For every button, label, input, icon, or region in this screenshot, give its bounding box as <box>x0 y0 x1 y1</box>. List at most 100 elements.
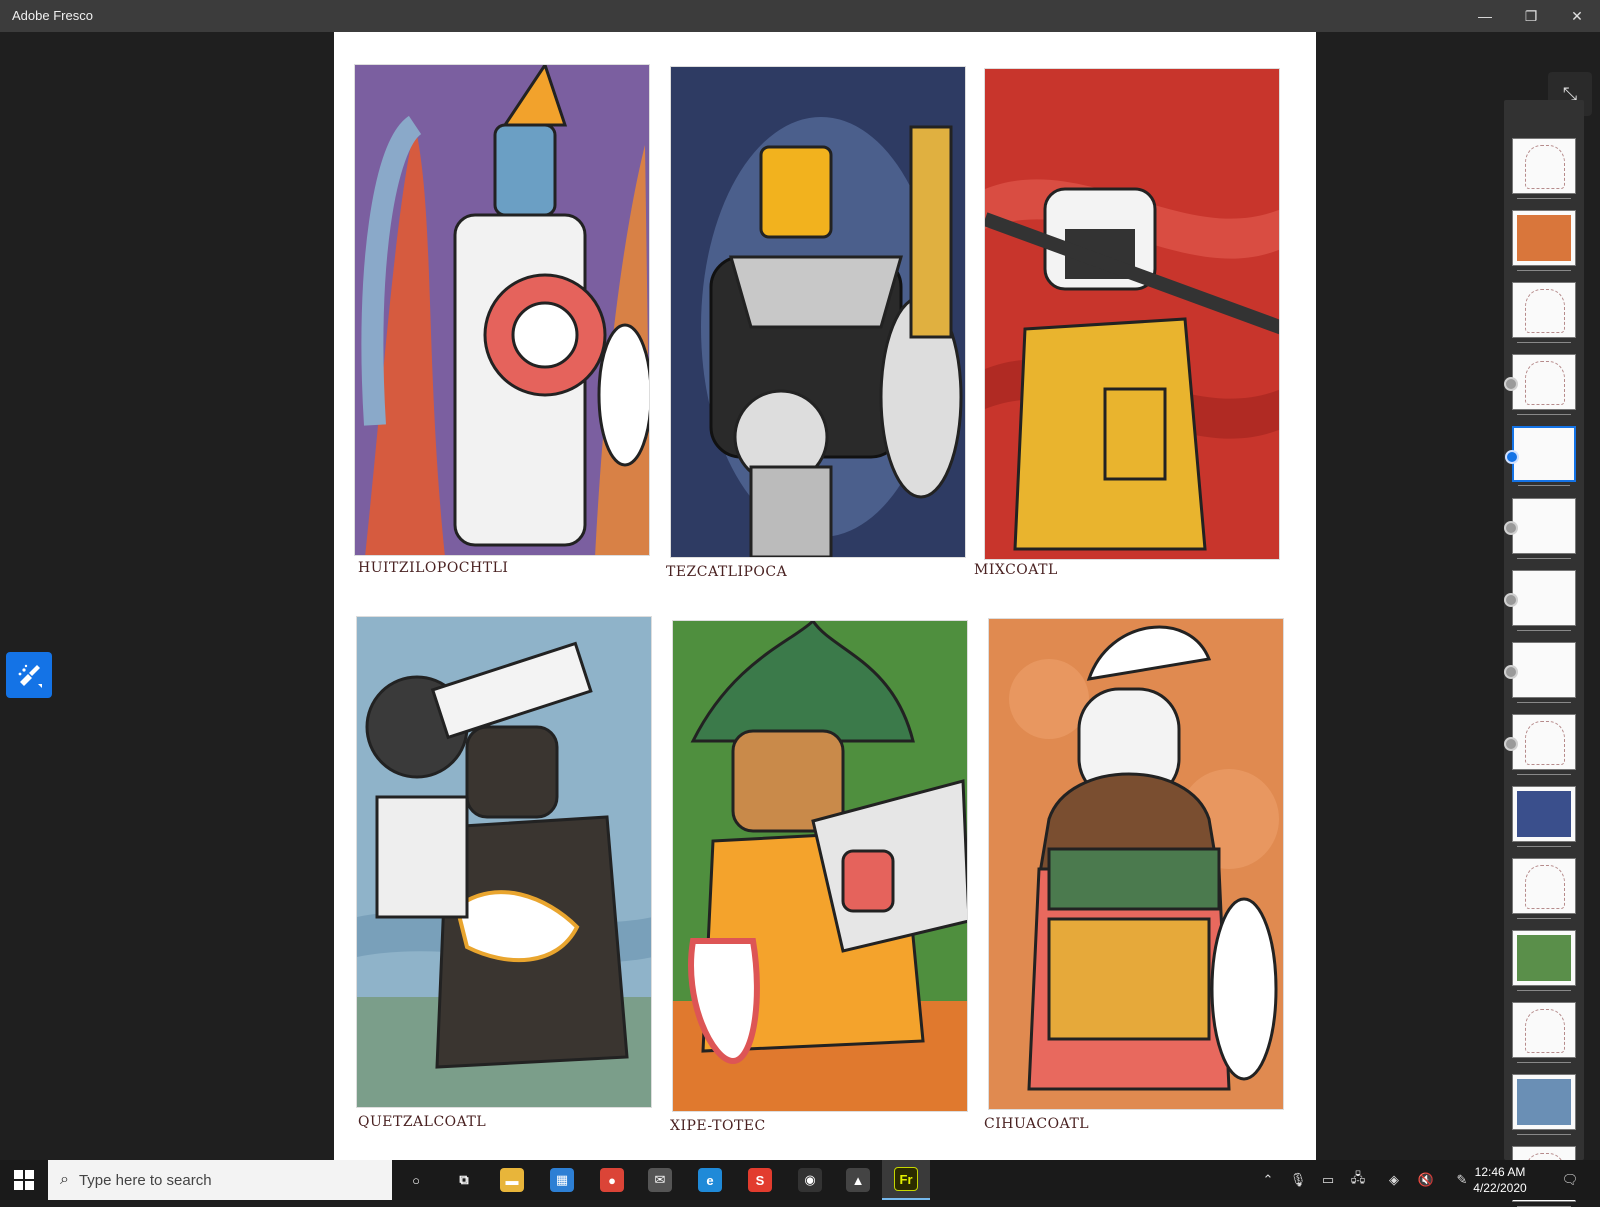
layer-stack-lines <box>1517 772 1571 775</box>
microsoft-store-icon: ▦ <box>550 1168 574 1192</box>
taskbar-clock[interactable]: 12:46 AM 4/22/2020 <box>1462 1164 1538 1196</box>
minimize-button[interactable]: — <box>1462 0 1508 32</box>
layer-thumbnail[interactable] <box>1504 498 1576 559</box>
sketchbook-icon: S <box>748 1168 772 1192</box>
windows-logo-icon <box>14 1170 34 1190</box>
edge-icon: e <box>698 1168 722 1192</box>
layer-stack-lines <box>1517 1132 1571 1135</box>
layer-stack-lines <box>1517 700 1571 703</box>
layer-stack-lines <box>1517 412 1571 415</box>
layer-thumbnail[interactable] <box>1512 210 1576 271</box>
restore-icon: ❐ <box>1524 7 1538 24</box>
drawing-canvas[interactable]: HUITZILOPOCHTLI TEZCATLIPOCA MIXCOATL QU… <box>334 32 1316 1160</box>
layer-selection-radio[interactable] <box>1504 377 1518 391</box>
action-center-button[interactable]: 🗨 <box>1554 1160 1586 1200</box>
volume-muted-icon[interactable]: 🔇 <box>1410 1160 1442 1200</box>
layer-stack-lines <box>1517 340 1571 343</box>
start-button[interactable] <box>0 1160 48 1200</box>
taskbar-chrome-button[interactable]: ● <box>588 1160 636 1200</box>
artwork-panel-mixcoatl <box>984 68 1280 560</box>
artwork-panel-huitzilopochtli <box>354 64 650 556</box>
layer-stack-lines <box>1517 628 1571 631</box>
layer-thumbnail[interactable] <box>1512 930 1576 991</box>
layer-stack-lines <box>1517 196 1571 199</box>
artwork-panel-cihuacoatl <box>988 618 1284 1110</box>
pixel-brush-icon <box>18 664 42 688</box>
dropbox-tray-icon[interactable]: ◈ <box>1378 1160 1410 1200</box>
fresco-icon: Fr <box>894 1167 918 1191</box>
layer-thumbnail[interactable] <box>1504 570 1576 631</box>
close-button[interactable]: ✕ <box>1554 0 1600 32</box>
network-tray-icon[interactable]: 🖧 <box>1342 1160 1374 1200</box>
search-icon: ⌕ <box>60 1171 69 1188</box>
layer-stack-lines <box>1518 483 1570 486</box>
task-view-icon: ⧉ <box>459 1172 469 1187</box>
layer-selection-radio[interactable] <box>1505 450 1519 464</box>
layer-selection-radio[interactable] <box>1504 737 1518 751</box>
microphone-tray-icon[interactable]: 🎙 <box>1282 1160 1314 1200</box>
obs-icon: ◉ <box>798 1168 822 1192</box>
taskbar-microsoft-store-button[interactable]: ▦ <box>538 1160 586 1200</box>
artwork-panel-quetzalcoatl <box>356 616 652 1108</box>
maximize-button[interactable]: ❐ <box>1508 0 1554 32</box>
show-hidden-icons-button[interactable]: ⌃ <box>1252 1160 1284 1200</box>
layer-color-preview <box>1517 1079 1571 1125</box>
layers-panel <box>1504 100 1584 1207</box>
layer-thumbnail[interactable] <box>1504 714 1576 775</box>
layer-thumbnail[interactable] <box>1504 354 1576 415</box>
layer-thumbnail[interactable] <box>1512 858 1576 919</box>
layer-thumbnail[interactable] <box>1512 786 1576 847</box>
chevron-up-icon: ⌃ <box>1262 1172 1274 1187</box>
layer-sketch-preview <box>1525 721 1565 765</box>
layer-thumbnail[interactable] <box>1512 138 1576 199</box>
mail-icon: ✉ <box>648 1168 672 1192</box>
cortana-icon: ○ <box>412 1172 420 1188</box>
artwork-panel-tezcatlipoca <box>670 66 966 558</box>
caption-mixcoatl: MIXCOATL <box>974 562 1058 578</box>
search-placeholder: Type here to search <box>78 1171 212 1189</box>
layer-selection-radio[interactable] <box>1504 665 1518 679</box>
taskbar-sketchbook-button[interactable]: S <box>736 1160 784 1200</box>
layer-selection-radio[interactable] <box>1504 593 1518 607</box>
layer-color-preview <box>1517 935 1571 981</box>
file-explorer-icon: ▬ <box>500 1168 524 1192</box>
taskbar-obs-button[interactable]: ◉ <box>786 1160 834 1200</box>
layer-sketch-preview <box>1525 865 1565 909</box>
caption-xipe-totec: XIPE-TOTEC <box>670 1118 766 1134</box>
workspace: HUITZILOPOCHTLI TEZCATLIPOCA MIXCOATL QU… <box>0 32 1600 1207</box>
layer-thumbnail[interactable] <box>1505 426 1576 486</box>
app-title: Adobe Fresco <box>12 8 93 23</box>
taskbar-fresco-button[interactable]: Fr <box>882 1160 930 1200</box>
tezcatlipoca-illustration <box>701 117 963 557</box>
layer-color-preview <box>1517 791 1571 837</box>
taskbar-edge-button[interactable]: e <box>686 1160 734 1200</box>
close-icon: ✕ <box>1571 7 1583 24</box>
notification-icon: 🗨 <box>1561 1172 1579 1187</box>
taskbar-mail-button[interactable]: ✉ <box>636 1160 684 1200</box>
taskbar-search-box[interactable]: ⌕ Type here to search <box>48 1160 392 1200</box>
clock-time: 12:46 AM <box>1474 1165 1526 1179</box>
layer-sketch-preview <box>1525 1009 1565 1053</box>
layer-thumbnail[interactable] <box>1504 642 1576 703</box>
taskbar-photos-button[interactable]: ▲ <box>834 1160 882 1200</box>
layer-thumbnail[interactable] <box>1512 282 1576 343</box>
layer-sketch-preview <box>1525 361 1565 405</box>
battery-tray-icon[interactable]: ▭ <box>1312 1160 1344 1200</box>
caption-cihuacoatl: CIHUACOATL <box>984 1116 1090 1132</box>
xipe-totec-illustration <box>673 621 967 1111</box>
taskbar-task-view-button[interactable]: ⧉ <box>440 1160 488 1200</box>
mixcoatl-illustration <box>985 179 1279 551</box>
artwork-panel-xipe-totec <box>672 620 968 1112</box>
layer-selection-radio[interactable] <box>1504 521 1518 535</box>
photos-icon: ▲ <box>846 1168 870 1192</box>
layer-thumbnail[interactable] <box>1512 1002 1576 1063</box>
minimize-icon: — <box>1478 8 1492 24</box>
pixel-brush-tool-button[interactable] <box>6 652 52 698</box>
layer-stack-lines <box>1517 988 1571 991</box>
layer-thumbnail[interactable] <box>1512 1074 1576 1135</box>
taskbar-file-explorer-button[interactable]: ▬ <box>488 1160 536 1200</box>
quetzalcoatl-illustration <box>357 641 651 1107</box>
layer-stack-lines <box>1517 1060 1571 1063</box>
taskbar-cortana-button[interactable]: ○ <box>392 1160 440 1200</box>
layer-sketch-preview <box>1525 145 1565 189</box>
